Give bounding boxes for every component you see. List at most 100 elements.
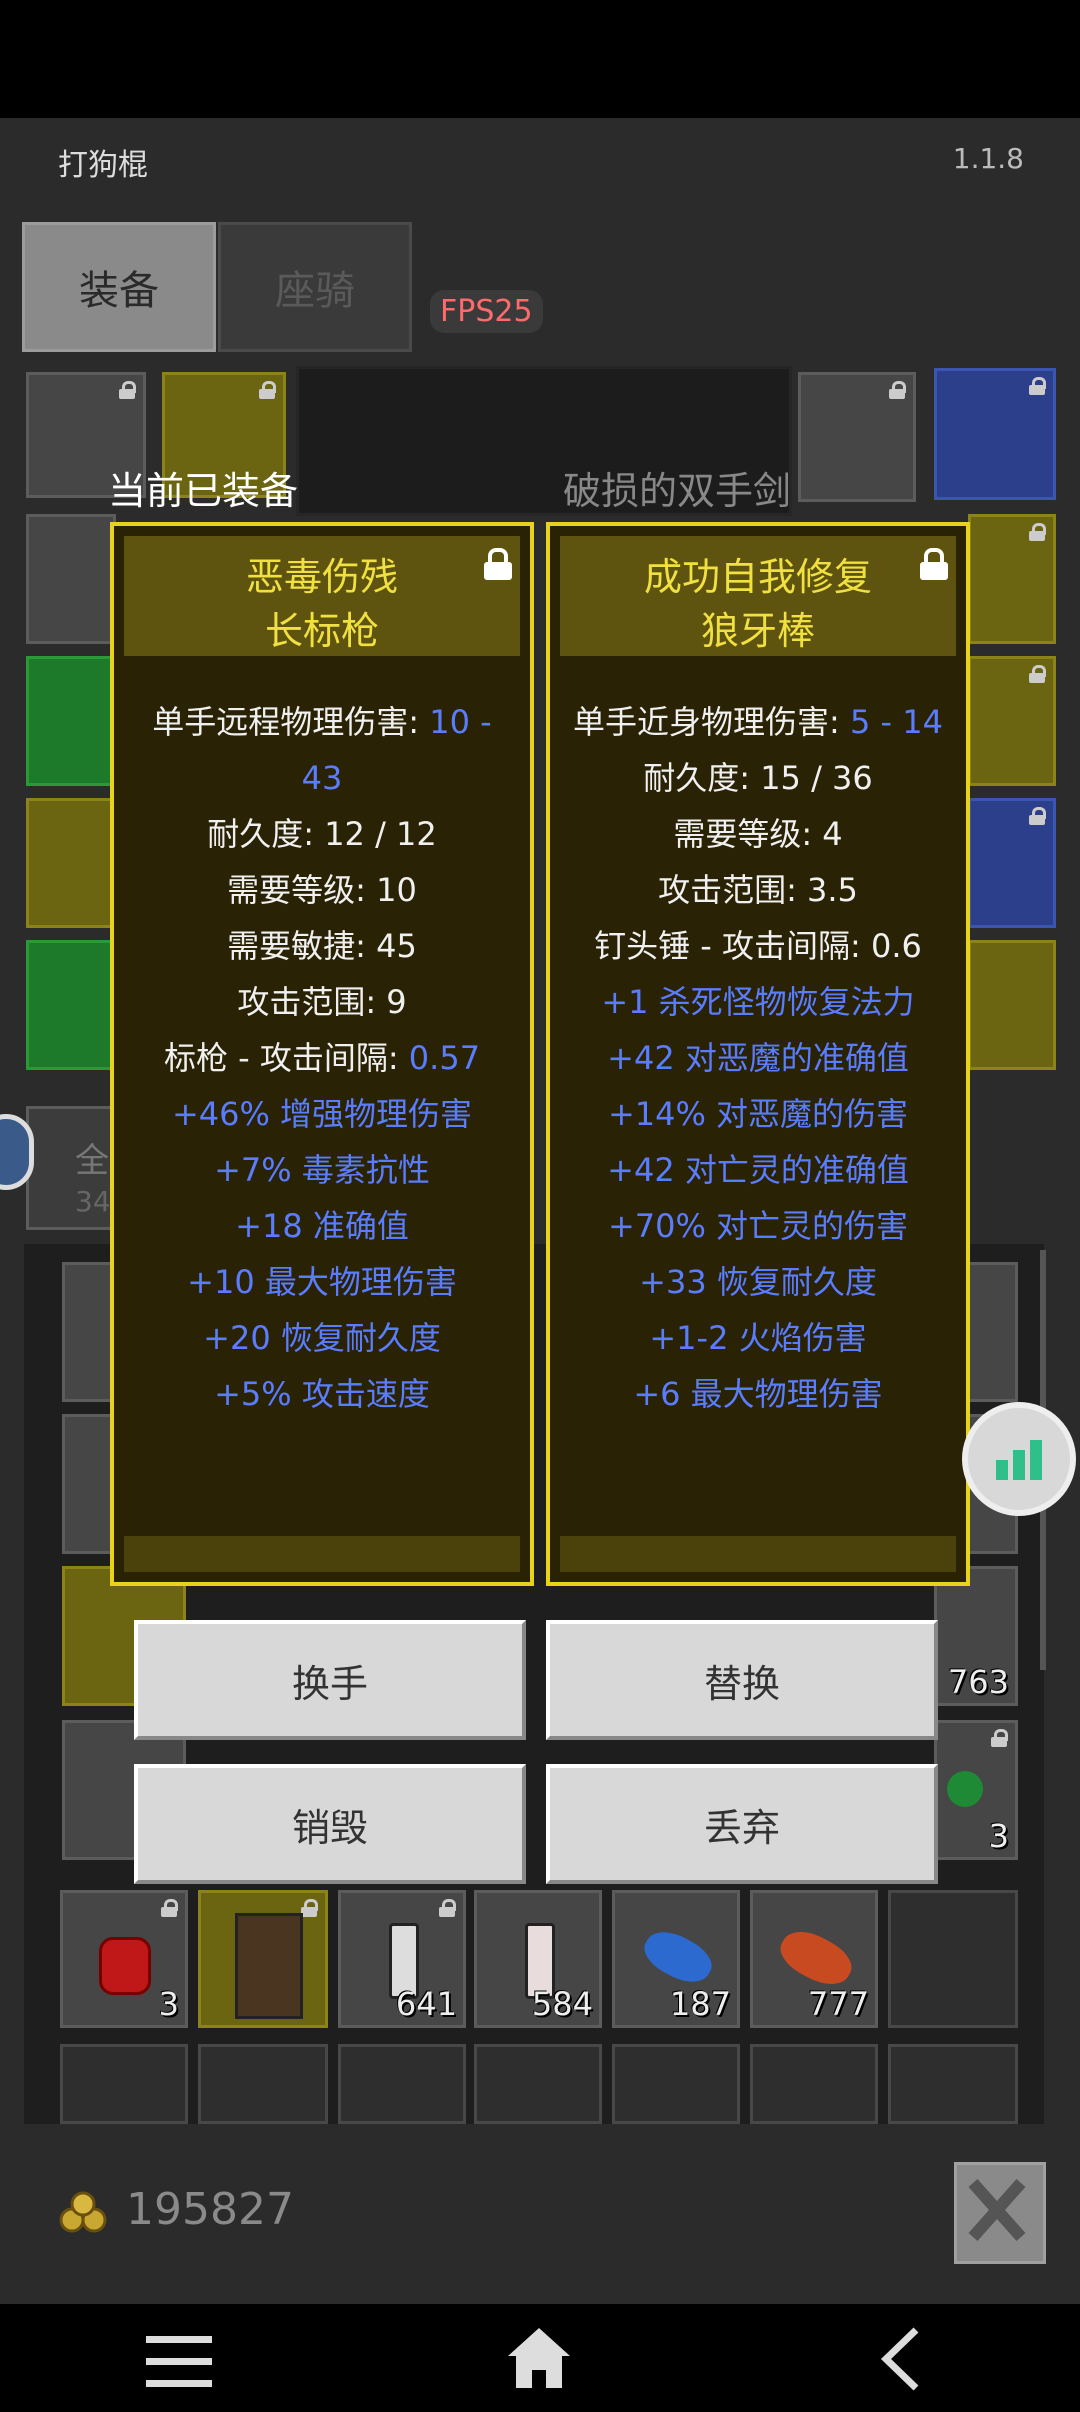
tab-mount[interactable]: 座骑 bbox=[218, 222, 412, 352]
lock-icon bbox=[259, 381, 276, 399]
equip-slot-right-4[interactable] bbox=[968, 940, 1056, 1070]
item-card-header: 恶毒伤残 长标枪 bbox=[124, 536, 520, 656]
lock-icon bbox=[991, 1729, 1008, 1747]
affix-line: +42 对恶魔的准确值 bbox=[607, 1039, 909, 1077]
inventory-slot-empty[interactable] bbox=[750, 2044, 878, 2124]
compare-item-name: 破损的双手剑 bbox=[563, 469, 792, 513]
affix-line: +46% 增强物理伤害 bbox=[171, 1095, 473, 1133]
item-name: 狼牙棒 bbox=[700, 609, 815, 653]
stat-line: 需要等级: 10 bbox=[227, 871, 417, 909]
lock-icon bbox=[161, 1899, 178, 1917]
home-icon[interactable] bbox=[506, 2326, 572, 2394]
stat-line: 需要敏捷: 45 bbox=[227, 927, 417, 965]
green-gem-icon bbox=[947, 1771, 983, 1807]
red-potion-icon bbox=[99, 1937, 151, 1995]
equip-slot-ring[interactable] bbox=[26, 656, 116, 786]
stat-line: 需要等级: 4 bbox=[673, 815, 843, 853]
affix-line: +6 最大物理伤害 bbox=[633, 1375, 883, 1413]
current-equipped-label: 当前已装备 bbox=[108, 469, 299, 513]
inventory-slot[interactable]: 763 bbox=[934, 1566, 1018, 1706]
lock-icon bbox=[889, 381, 906, 399]
inventory-slot[interactable]: 3 bbox=[60, 1890, 188, 2028]
stat-line: 标枪 - 攻击间隔: 0.57 bbox=[163, 1039, 481, 1077]
stat-line: 单手远程物理伤害: 10 - bbox=[152, 703, 492, 741]
affix-line: +18 准确值 bbox=[235, 1207, 409, 1245]
inventory-slot[interactable]: 187 bbox=[612, 1890, 740, 2028]
gold-amount: 195827 bbox=[126, 2184, 294, 2235]
equip-slot-right-1[interactable] bbox=[968, 514, 1056, 644]
item-prefix: 成功自我修复 bbox=[643, 555, 872, 599]
stat-line: 耐久度: 15 / 36 bbox=[643, 759, 873, 797]
app-title: 打狗棍 bbox=[58, 148, 148, 183]
inventory-slot[interactable]: 641 bbox=[338, 1890, 466, 2028]
floating-stats-button[interactable] bbox=[962, 1402, 1076, 1516]
affix-line: +14% 对恶魔的伤害 bbox=[607, 1095, 909, 1133]
affix-line: +70% 对亡灵的伤害 bbox=[607, 1207, 909, 1245]
lock-icon bbox=[1029, 377, 1046, 395]
item-quantity: 3 bbox=[158, 1985, 179, 2023]
item-card-equipped: 恶毒伤残 长标枪 单手远程物理伤害: 10 - 43 耐久度: 12 / 12 … bbox=[110, 522, 534, 1586]
bar-chart-icon bbox=[996, 1440, 1042, 1480]
item-prefix: 恶毒伤残 bbox=[245, 555, 398, 599]
item-stats: 单手远程物理伤害: 10 - 43 耐久度: 12 / 12 需要等级: 10 … bbox=[114, 694, 530, 1422]
stat-line: 攻击范围: 3.5 bbox=[658, 871, 858, 909]
affix-line: +7% 毒素抗性 bbox=[214, 1151, 430, 1189]
item-quantity: 584 bbox=[531, 1985, 593, 2023]
equip-slot-offhand[interactable] bbox=[798, 372, 916, 502]
equip-slot-gloves[interactable] bbox=[26, 798, 116, 928]
inventory-slot-empty[interactable] bbox=[888, 2044, 1018, 2124]
affix-line: +5% 攻击速度 bbox=[214, 1375, 430, 1413]
back-icon[interactable] bbox=[880, 2326, 920, 2396]
replace-button[interactable]: 替换 bbox=[546, 1620, 938, 1740]
item-quantity: 3 bbox=[988, 1817, 1009, 1855]
inventory-slot-empty[interactable] bbox=[888, 1890, 1018, 2028]
inventory-slot[interactable]: 584 bbox=[474, 1890, 602, 2028]
inventory-slot-empty[interactable] bbox=[60, 2044, 188, 2124]
equip-slot-belt[interactable] bbox=[26, 940, 116, 1070]
equip-slot-amulet[interactable] bbox=[934, 368, 1056, 500]
close-button[interactable] bbox=[954, 2162, 1046, 2264]
discard-button[interactable]: 丢弃 bbox=[546, 1764, 938, 1884]
inventory-tab-label: 全 bbox=[75, 1141, 109, 1181]
inventory-slot[interactable] bbox=[198, 1890, 328, 2028]
inventory-slot-empty[interactable] bbox=[198, 2044, 328, 2124]
equip-slot-right-2[interactable] bbox=[968, 656, 1056, 786]
equip-slot-armor[interactable] bbox=[26, 514, 116, 644]
swap-hand-button[interactable]: 换手 bbox=[134, 1620, 526, 1740]
affix-line: +1-2 火焰伤害 bbox=[649, 1319, 867, 1357]
fps-counter: FPS25 bbox=[430, 290, 543, 333]
equip-slot-right-3[interactable] bbox=[968, 798, 1056, 928]
leather-boots-icon bbox=[235, 1913, 303, 2019]
lock-icon bbox=[1029, 665, 1046, 683]
tab-equipment[interactable]: 装备 bbox=[22, 222, 216, 352]
inventory-slot[interactable]: 777 bbox=[750, 1890, 878, 2028]
inventory-slot[interactable]: 3 bbox=[934, 1720, 1018, 1860]
affix-line: +10 最大物理伤害 bbox=[187, 1263, 457, 1301]
stat-line: 钉头锤 - 攻击间隔: 0.6 bbox=[594, 927, 922, 965]
item-name: 长标枪 bbox=[264, 609, 379, 653]
lock-icon bbox=[301, 1899, 318, 1917]
lock-icon bbox=[1029, 807, 1046, 825]
menu-icon[interactable] bbox=[146, 2334, 212, 2394]
inventory-count: 34 bbox=[75, 1185, 111, 1218]
version-label: 1.1.8 bbox=[952, 142, 1024, 175]
inventory-slot-empty[interactable] bbox=[612, 2044, 740, 2124]
gold-coins-icon bbox=[58, 2190, 110, 2234]
stat-line: 43 bbox=[301, 759, 343, 797]
affix-line: +42 对亡灵的准确值 bbox=[607, 1151, 909, 1189]
lock-icon[interactable] bbox=[484, 548, 512, 580]
affix-line: +33 恢复耐久度 bbox=[639, 1263, 877, 1301]
item-quantity: 641 bbox=[395, 1985, 457, 2023]
item-card-footer bbox=[124, 1536, 520, 1572]
lock-icon[interactable] bbox=[920, 548, 948, 580]
lock-icon bbox=[439, 1899, 456, 1917]
item-card-header: 成功自我修复 狼牙棒 bbox=[560, 536, 956, 656]
destroy-button[interactable]: 销毁 bbox=[134, 1764, 526, 1884]
stat-line: 耐久度: 12 / 12 bbox=[207, 815, 437, 853]
inventory-slot-empty[interactable] bbox=[474, 2044, 602, 2124]
inventory-slot-empty[interactable] bbox=[338, 2044, 466, 2124]
stat-line: 攻击范围: 9 bbox=[237, 983, 407, 1021]
lock-icon bbox=[1029, 523, 1046, 541]
blue-fish-icon bbox=[637, 1922, 719, 1992]
lock-icon bbox=[119, 381, 136, 399]
